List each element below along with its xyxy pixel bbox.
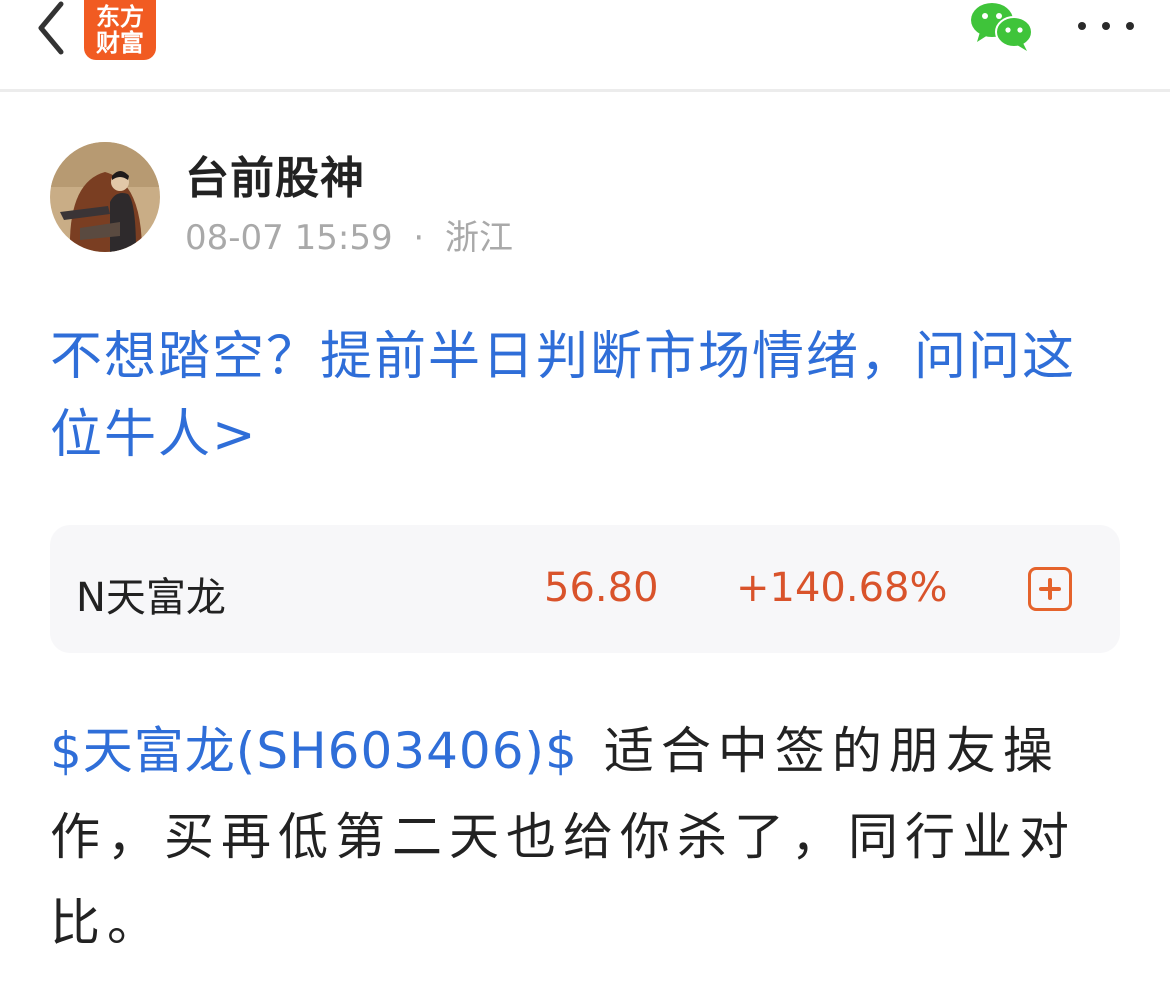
post-detail-page: 东方 财富 台前股神 08-07 15:59 · 浙江 不想踏空？提前半日判断市… bbox=[0, 0, 1170, 1008]
more-dot-icon bbox=[1126, 22, 1134, 30]
stock-price: 56.80 bbox=[544, 565, 659, 611]
post-body: $天富龙(SH603406)$ 适合中签的朋友操作，买再低第二天也给你杀了，同行业… bbox=[50, 708, 1125, 966]
author-avatar[interactable] bbox=[50, 142, 160, 252]
back-button[interactable] bbox=[26, 0, 76, 56]
logo-line-1: 东方 bbox=[96, 2, 144, 31]
avatar-image bbox=[50, 142, 160, 252]
stock-name: N天富龙 bbox=[76, 575, 226, 621]
post-datetime: 08-07 15:59 bbox=[185, 218, 393, 258]
app-logo: 东方 财富 bbox=[84, 0, 156, 60]
top-nav-bar: 东方 财富 bbox=[0, 0, 1170, 92]
logo-line-2: 财富 bbox=[96, 28, 144, 57]
add-to-watchlist-button[interactable] bbox=[1028, 567, 1072, 611]
meta-separator: · bbox=[413, 218, 425, 258]
wechat-icon bbox=[971, 3, 1033, 51]
chevron-left-icon bbox=[38, 1, 64, 55]
post-meta: 08-07 15:59 · 浙江 bbox=[185, 210, 513, 259]
author-name[interactable]: 台前股神 bbox=[185, 142, 365, 206]
stock-quote-card[interactable]: N天富龙 56.80 +140.68% bbox=[50, 525, 1120, 653]
promo-link[interactable]: 不想踏空？提前半日判断市场情绪，问问这位牛人> bbox=[50, 318, 1110, 474]
more-options-button[interactable] bbox=[1078, 8, 1134, 44]
stock-tag-link[interactable]: $天富龙(SH603406)$ bbox=[50, 722, 578, 780]
post-location: 浙江 bbox=[445, 218, 514, 258]
more-dot-icon bbox=[1102, 22, 1110, 30]
more-dot-icon bbox=[1078, 22, 1086, 30]
wechat-share-button[interactable] bbox=[968, 0, 1034, 52]
stock-change-percent: +140.68% bbox=[736, 565, 948, 611]
